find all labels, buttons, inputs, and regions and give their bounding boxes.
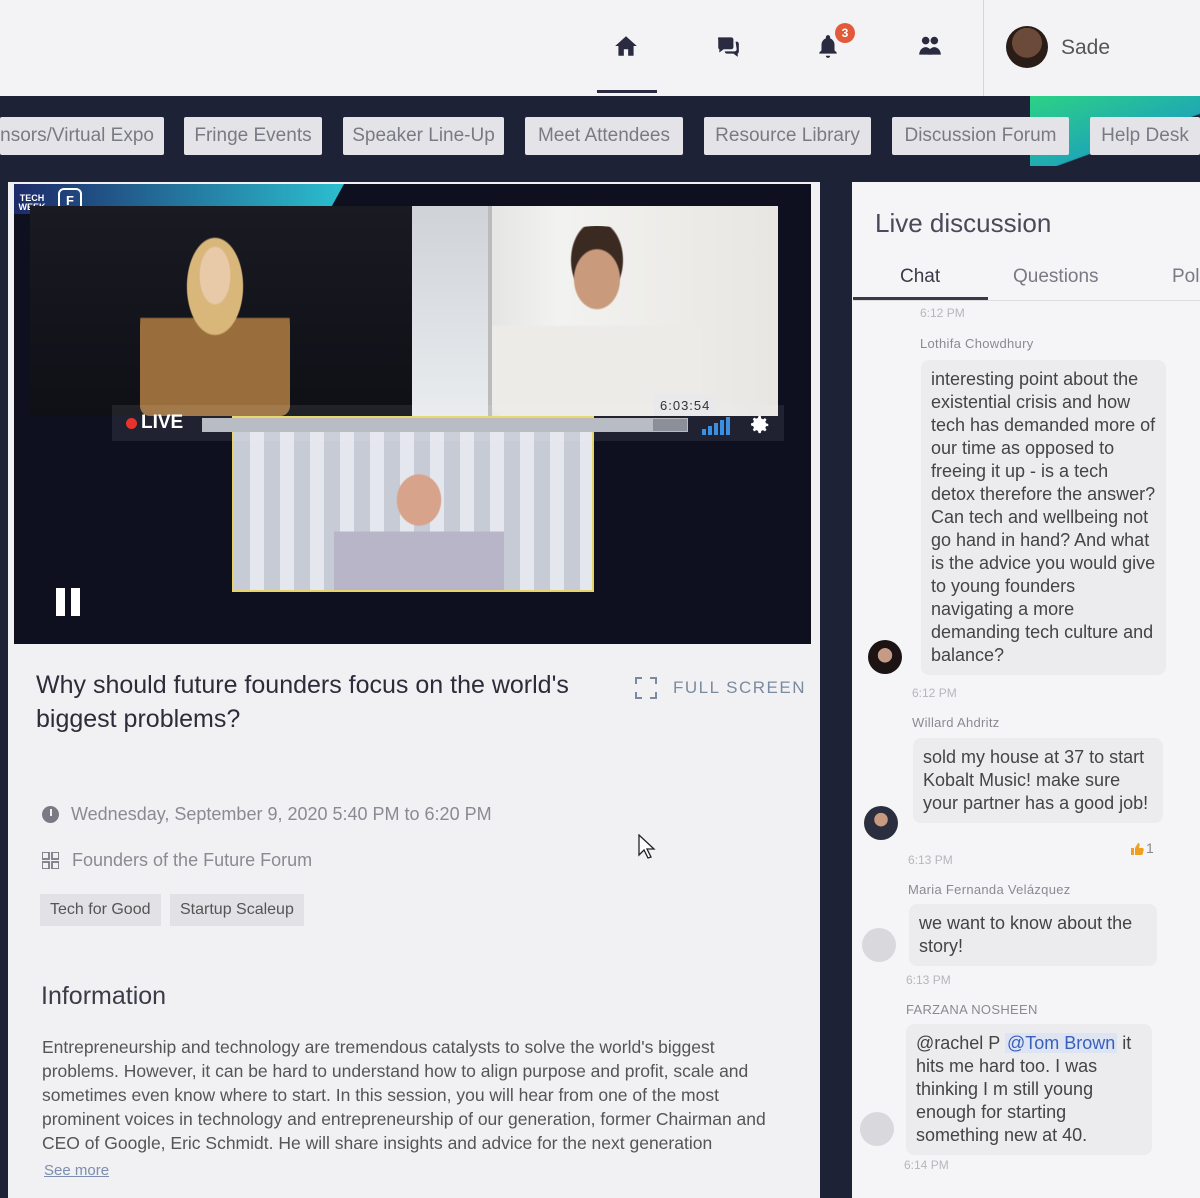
menu-speaker-line-up[interactable]: Speaker Line-Up — [343, 117, 504, 155]
window-background — [412, 206, 492, 416]
nav-divider — [983, 0, 984, 96]
video-tile-speaker-3 — [232, 416, 594, 592]
message-text-prefix: @rachel P — [916, 1033, 1005, 1053]
speaker-3-figure — [334, 458, 504, 590]
menu-meet-attendees[interactable]: Meet Attendees — [525, 117, 683, 155]
clock-icon — [42, 806, 59, 823]
tag-startup-scaleup[interactable]: Startup Scaleup — [170, 894, 304, 926]
message-author: Willard Ahdritz — [912, 715, 1000, 730]
video-tile-speaker-1 — [30, 206, 412, 416]
avatar[interactable] — [862, 928, 896, 962]
menu-discussion-forum[interactable]: Discussion Forum — [892, 117, 1069, 155]
thumbs-up-icon[interactable] — [1130, 842, 1144, 856]
message-time: 6:12 PM — [912, 686, 957, 700]
chat-message: interesting point about the existential … — [921, 360, 1166, 675]
session-forum[interactable]: Founders of the Future Forum — [72, 850, 312, 871]
live-label: LIVE — [141, 412, 184, 433]
like-count: 1 — [1146, 840, 1154, 856]
mouse-cursor-icon — [638, 834, 656, 859]
message-time: 6:12 PM — [920, 306, 965, 320]
speaker-2-figure — [492, 226, 702, 416]
user-avatar[interactable] — [1006, 26, 1048, 68]
chat-message: sold my house at 37 to start Kobalt Musi… — [913, 738, 1163, 823]
fullscreen-icon[interactable] — [634, 676, 658, 700]
tab-questions[interactable]: Questions — [1013, 266, 1099, 288]
menu-help-desk[interactable]: Help Desk — [1090, 117, 1200, 155]
message-author: Maria Fernanda Velázquez — [908, 882, 1071, 897]
tab-chat[interactable]: Chat — [900, 266, 940, 288]
video-progress-fill — [203, 419, 654, 431]
tag-tech-for-good[interactable]: Tech for Good — [40, 894, 161, 926]
speaker-1-figure — [140, 236, 290, 416]
live-indicator-dot — [126, 418, 137, 429]
forum-grid-icon — [42, 852, 59, 869]
home-active-indicator — [597, 90, 657, 93]
information-heading: Information — [41, 982, 167, 1010]
message-time: 6:14 PM — [904, 1158, 949, 1172]
chat-message: we want to know about the story! — [909, 904, 1157, 966]
message-time: 6:13 PM — [908, 853, 953, 867]
avatar[interactable] — [868, 640, 902, 674]
chat-message: @rachel P @Tom Brown it hits me hard too… — [906, 1024, 1152, 1155]
session-datetime: Wednesday, September 9, 2020 5:40 PM to … — [71, 804, 492, 824]
information-text: Entrepreneurship and technology are trem… — [42, 1037, 766, 1153]
elapsed-time: 6:03:54 — [654, 394, 717, 416]
user-name[interactable]: Sade — [1061, 36, 1110, 60]
avatar[interactable] — [860, 1112, 894, 1146]
discussion-title: Live discussion — [875, 208, 1052, 238]
video-tile-speaker-2 — [412, 206, 778, 416]
mention-tag[interactable]: @Tom Brown — [1004, 1033, 1118, 1053]
message-time: 6:13 PM — [906, 973, 951, 987]
settings-gear-icon[interactable] — [749, 414, 771, 436]
fullscreen-button[interactable]: FULL SCREEN — [673, 678, 806, 698]
menu-fringe-events[interactable]: Fringe Events — [184, 117, 322, 155]
video-progress-bar[interactable] — [202, 418, 688, 432]
session-title: Why should future founders focus on the … — [36, 671, 569, 733]
avatar[interactable] — [864, 806, 898, 840]
see-more-link[interactable]: See more — [44, 1162, 109, 1179]
message-author: FARZANA NOSHEEN — [906, 1002, 1038, 1017]
menu-resource-library[interactable]: Resource Library — [704, 117, 871, 155]
tabs-divider — [853, 300, 1200, 301]
message-author: Lothifa Chowdhury — [920, 336, 1034, 351]
signal-strength-icon — [702, 417, 730, 435]
chat-icon[interactable] — [710, 28, 746, 64]
pause-icon[interactable] — [56, 588, 84, 616]
people-icon[interactable] — [912, 28, 948, 64]
tab-polls[interactable]: Pol — [1172, 266, 1199, 288]
menu-sponsors-virtual-expo[interactable]: nsors/Virtual Expo — [0, 117, 164, 155]
notification-badge: 3 — [835, 23, 855, 43]
home-icon[interactable] — [608, 28, 644, 64]
